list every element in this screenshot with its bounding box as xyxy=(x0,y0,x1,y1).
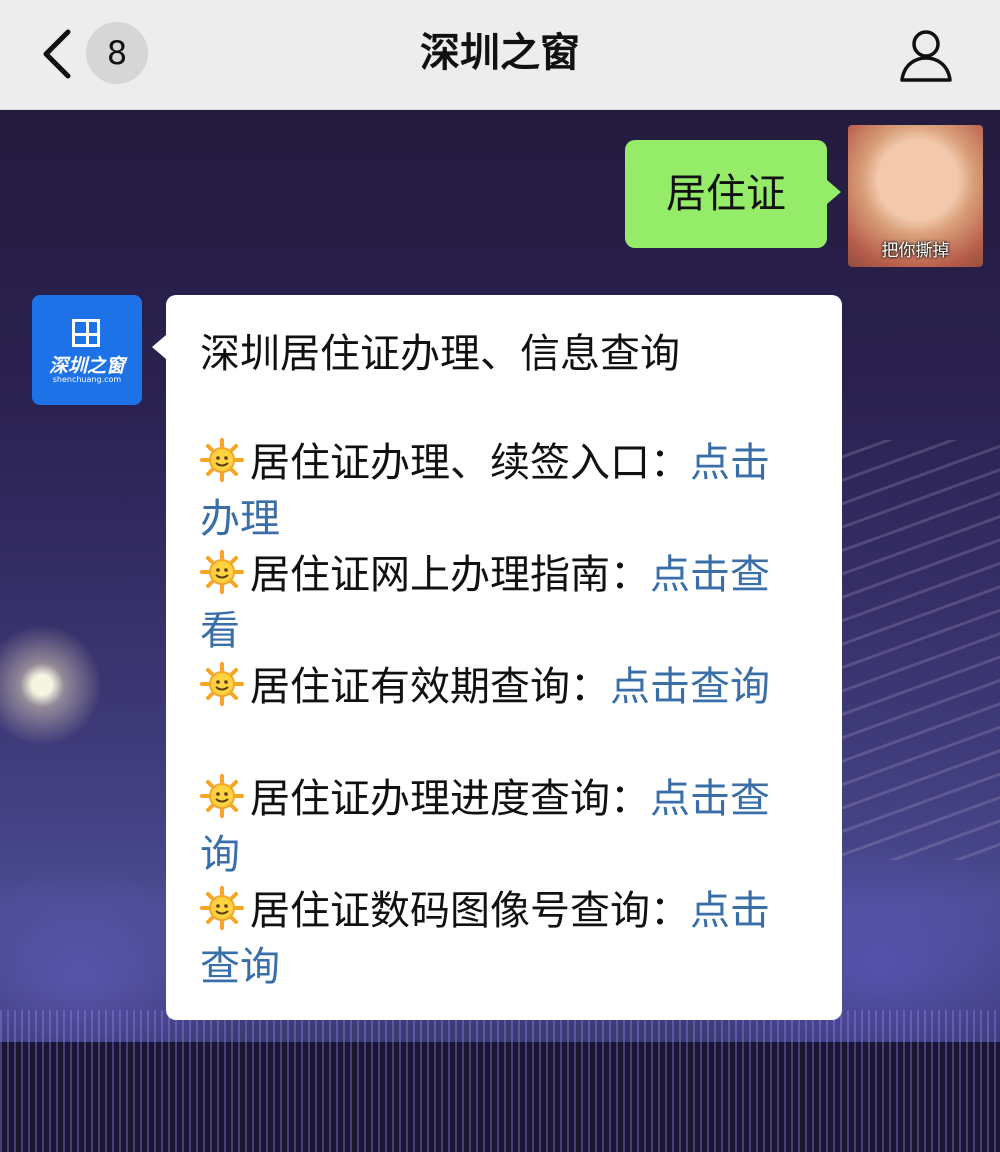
back-chevron-icon xyxy=(43,29,71,79)
message-title: 深圳居住证办理、信息查询 xyxy=(200,331,680,377)
my-avatar[interactable]: 把你撕掉 xyxy=(848,125,983,267)
official-account-avatar[interactable]: 深圳之窗 shenchuang.com xyxy=(32,295,142,405)
item-link[interactable]: 点击查询 xyxy=(610,664,770,710)
item-label: 居住证办理、续签入口： xyxy=(250,440,690,486)
sun-emoji-icon xyxy=(200,774,244,818)
back-button[interactable] xyxy=(38,26,78,82)
sun-emoji-icon xyxy=(200,438,244,482)
avatar-caption: 把你撕掉 xyxy=(881,241,950,261)
sun-emoji-icon xyxy=(200,550,244,594)
official-message-bubble[interactable]: 深圳居住证办理、信息查询 居住证办理、续签入口：点击办理 居住证网上办理指南：点… xyxy=(152,295,842,1020)
list-item: 居住证办理、续签入口：点击办理 xyxy=(200,435,806,547)
official-account-profile-button[interactable] xyxy=(894,24,958,88)
profile-icon xyxy=(900,30,952,82)
stage-lights-decoration xyxy=(820,440,1000,860)
sun-emoji-icon xyxy=(200,886,244,930)
list-item: 居住证数码图像号查询：点击查询 xyxy=(200,883,806,995)
chat-title: 深圳之窗 xyxy=(420,30,580,76)
sun-emoji-icon xyxy=(200,662,244,706)
list-item: 居住证办理进度查询：点击查询 xyxy=(200,771,806,883)
item-label: 居住证有效期查询： xyxy=(250,664,610,710)
item-label: 居住证办理进度查询： xyxy=(250,776,650,822)
list-item: 居住证有效期查询：点击查询 xyxy=(200,659,806,715)
list-item: 居住证网上办理指南：点击查看 xyxy=(200,547,806,659)
my-message-text: 居住证 xyxy=(666,171,786,217)
logo-name: 深圳之窗 xyxy=(48,355,125,377)
nav-bar: 深圳之窗 8 xyxy=(0,0,1000,110)
my-message-bubble[interactable]: 居住证 xyxy=(625,140,841,248)
logo-domain: shenchuang.com xyxy=(52,375,122,384)
item-label: 居住证网上办理指南： xyxy=(250,552,650,598)
unread-count-badge[interactable]: 8 xyxy=(86,22,148,84)
item-label: 居住证数码图像号查询： xyxy=(250,888,690,934)
crowd-lights-decoration xyxy=(0,1010,1000,1152)
grid-logo-icon xyxy=(72,319,100,347)
